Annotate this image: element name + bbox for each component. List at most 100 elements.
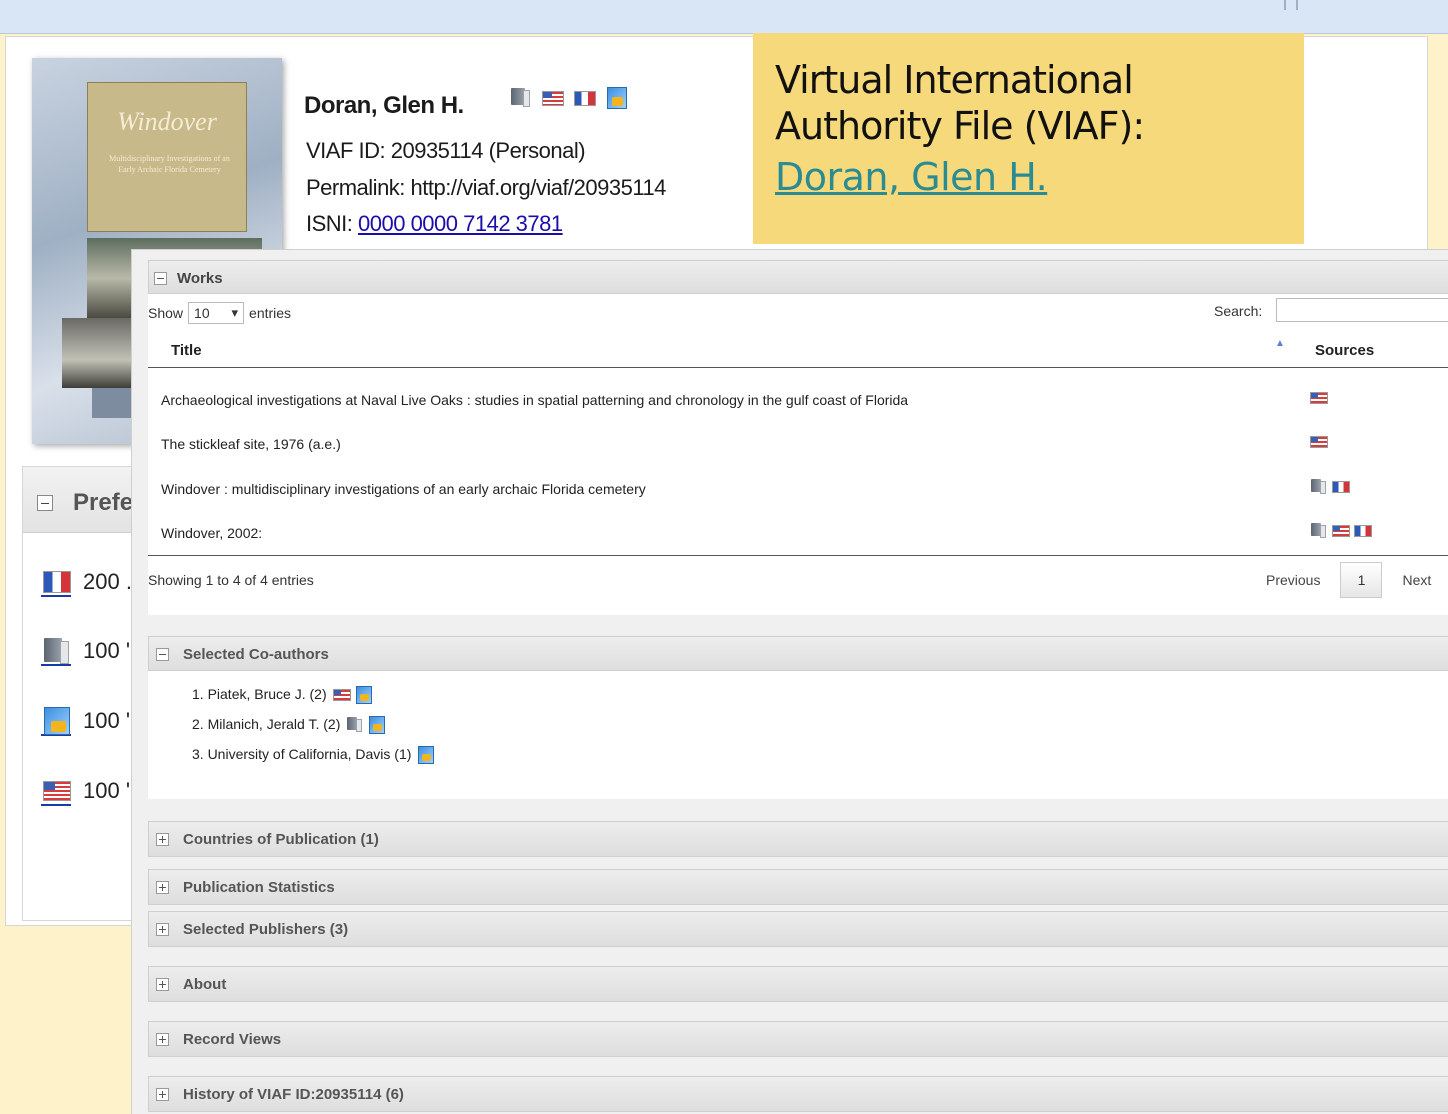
table-row: Windover, 2002: (148, 511, 1448, 556)
table-row: Windover : multidisciplinary investigati… (148, 467, 1448, 512)
table-row: The stickleaf site, 1976 (a.e.) (148, 422, 1448, 467)
viaf-callout: Virtual International Authority File (VI… (753, 33, 1304, 244)
section-title: History of VIAF ID:20935114 (6) (183, 1086, 404, 1103)
record-source-icons (509, 86, 627, 109)
nukat-icon[interactable] (368, 716, 386, 734)
callout-link[interactable]: Doran, Glen H. (775, 155, 1048, 199)
france-flag-icon[interactable] (573, 86, 596, 108)
preferred-form-row: 100 ' (41, 776, 130, 806)
work-sources (1310, 522, 1372, 538)
search-label: Search: (1214, 303, 1263, 319)
section-title: Publication Statistics (183, 879, 335, 896)
expand-icon[interactable] (156, 923, 169, 936)
nukat-icon[interactable] (605, 86, 627, 109)
work-sources (1310, 389, 1328, 405)
coauthor-link[interactable]: 1. Piatek, Bruce J. (2) (192, 686, 327, 702)
cover-title: Windover (117, 107, 217, 136)
preferred-form-row: 200 . (41, 567, 132, 597)
callout-line: Virtual International (775, 58, 1134, 102)
france-flag-icon[interactable] (1354, 522, 1372, 538)
coauthor-link[interactable]: 2. Milanich, Jerald T. (2) (192, 716, 340, 732)
us-flag-icon[interactable] (332, 686, 351, 702)
us-flag-icon[interactable] (1332, 522, 1350, 538)
us-flag-icon[interactable] (541, 86, 564, 108)
work-sources (1310, 478, 1350, 494)
expand-icon[interactable] (156, 833, 169, 846)
browser-top-strip (0, 0, 1448, 34)
preferred-form-value: 100 ' (83, 708, 131, 733)
record-views-header[interactable]: Record Views (148, 1021, 1448, 1057)
nukat-icon[interactable] (41, 706, 71, 736)
publication-statistics-header[interactable]: Publication Statistics (148, 869, 1448, 905)
book-icon[interactable] (1310, 522, 1326, 538)
us-flag-icon[interactable] (41, 776, 71, 806)
section-title: Selected Publishers (3) (183, 921, 349, 938)
preferred-form-row: 100 ' (41, 636, 130, 666)
works-header[interactable]: Works (148, 260, 1448, 294)
coauthors-header[interactable]: Selected Co-authors (148, 636, 1448, 671)
table-row: Archaeological investigations at Naval L… (148, 378, 1448, 423)
nukat-icon[interactable] (355, 686, 372, 704)
coauthor-item: 3. University of California, Davis (1) (192, 746, 435, 764)
entries-select[interactable]: 10 (188, 302, 245, 324)
france-flag-icon[interactable] (41, 567, 71, 597)
isni-label: ISNI: (306, 211, 359, 236)
entries-select-value: 10 (194, 305, 210, 321)
sort-ascending-icon[interactable]: ▲ (1275, 338, 1285, 349)
preferred-form-value: 100 ' (83, 778, 131, 803)
about-header[interactable]: About (148, 966, 1448, 1002)
work-title[interactable]: The stickleaf site, 1976 (a.e.) (161, 436, 341, 452)
book-icon[interactable] (41, 636, 71, 666)
search-input[interactable] (1276, 298, 1448, 322)
show-label: Show (148, 305, 184, 321)
previous-button[interactable]: Previous (1266, 572, 1320, 588)
collapse-icon[interactable] (154, 272, 167, 285)
next-button[interactable]: Next (1402, 572, 1431, 588)
book-icon[interactable] (1310, 478, 1326, 494)
record-heading: Doran, Glen H. (304, 92, 464, 119)
work-title[interactable]: Windover : multidisciplinary investigati… (161, 481, 646, 497)
coauthors-section: Selected Co-authors 1. Piatek, Bruce J. … (148, 636, 1448, 799)
book-icon[interactable] (346, 716, 363, 732)
isni-link[interactable]: 0000 0000 7142 3781 (358, 211, 563, 236)
section-title: Record Views (183, 1031, 282, 1048)
column-sources[interactable]: Sources (1315, 342, 1374, 359)
preferred-form-value: 100 ' (83, 638, 131, 663)
show-entries-control: Show 10 entries (148, 302, 291, 324)
collapse-icon[interactable] (37, 495, 53, 511)
expand-icon[interactable] (156, 881, 169, 894)
preferred-forms-panel: Prefe 200 . 100 ' 100 ' 100 ' (22, 466, 142, 921)
preferred-forms-title: Prefe (73, 489, 134, 516)
coauthor-link[interactable]: 3. University of California, Davis (1) (192, 746, 411, 762)
work-title[interactable]: Archaeological investigations at Naval L… (161, 392, 908, 408)
expand-icon[interactable] (156, 978, 169, 991)
section-title: Selected Co-authors (183, 646, 329, 663)
coauthor-item: 2. Milanich, Jerald T. (2) (192, 716, 386, 734)
section-title: About (183, 976, 227, 993)
book-icon[interactable] (509, 86, 531, 108)
work-title[interactable]: Windover, 2002: (161, 525, 262, 541)
viaf-id: VIAF ID: 20935114 (Personal) (306, 138, 586, 163)
expand-icon[interactable] (156, 1088, 169, 1101)
works-section: Works Show 10 entries Search: Title ▲ So… (148, 260, 1448, 615)
us-flag-icon[interactable] (1310, 389, 1328, 405)
page-1-button[interactable]: 1 (1340, 562, 1383, 598)
section-title: Countries of Publication (1) (183, 831, 379, 848)
divider (148, 555, 1448, 556)
coauthor-item: 1. Piatek, Bruce J. (2) (192, 686, 372, 704)
expand-icon[interactable] (156, 1033, 169, 1046)
column-title[interactable]: Title (171, 342, 202, 359)
france-flag-icon[interactable] (1332, 478, 1350, 494)
nukat-icon[interactable] (417, 746, 435, 764)
preferred-form-row: 100 ' (41, 706, 130, 736)
pagination: Previous 1 Next (1266, 562, 1431, 598)
cover-subtitle: Multidisciplinary Investigations of an E… (109, 154, 230, 174)
history-header[interactable]: History of VIAF ID:20935114 (6) (148, 1076, 1448, 1112)
us-flag-icon[interactable] (1310, 433, 1328, 449)
collapse-icon[interactable] (156, 648, 169, 661)
work-sources (1310, 433, 1328, 449)
entries-info: Showing 1 to 4 of 4 entries (148, 572, 314, 588)
publishers-header[interactable]: Selected Publishers (3) (148, 911, 1448, 947)
countries-header[interactable]: Countries of Publication (1) (148, 821, 1448, 857)
preferred-forms-header[interactable]: Prefe (23, 467, 141, 533)
